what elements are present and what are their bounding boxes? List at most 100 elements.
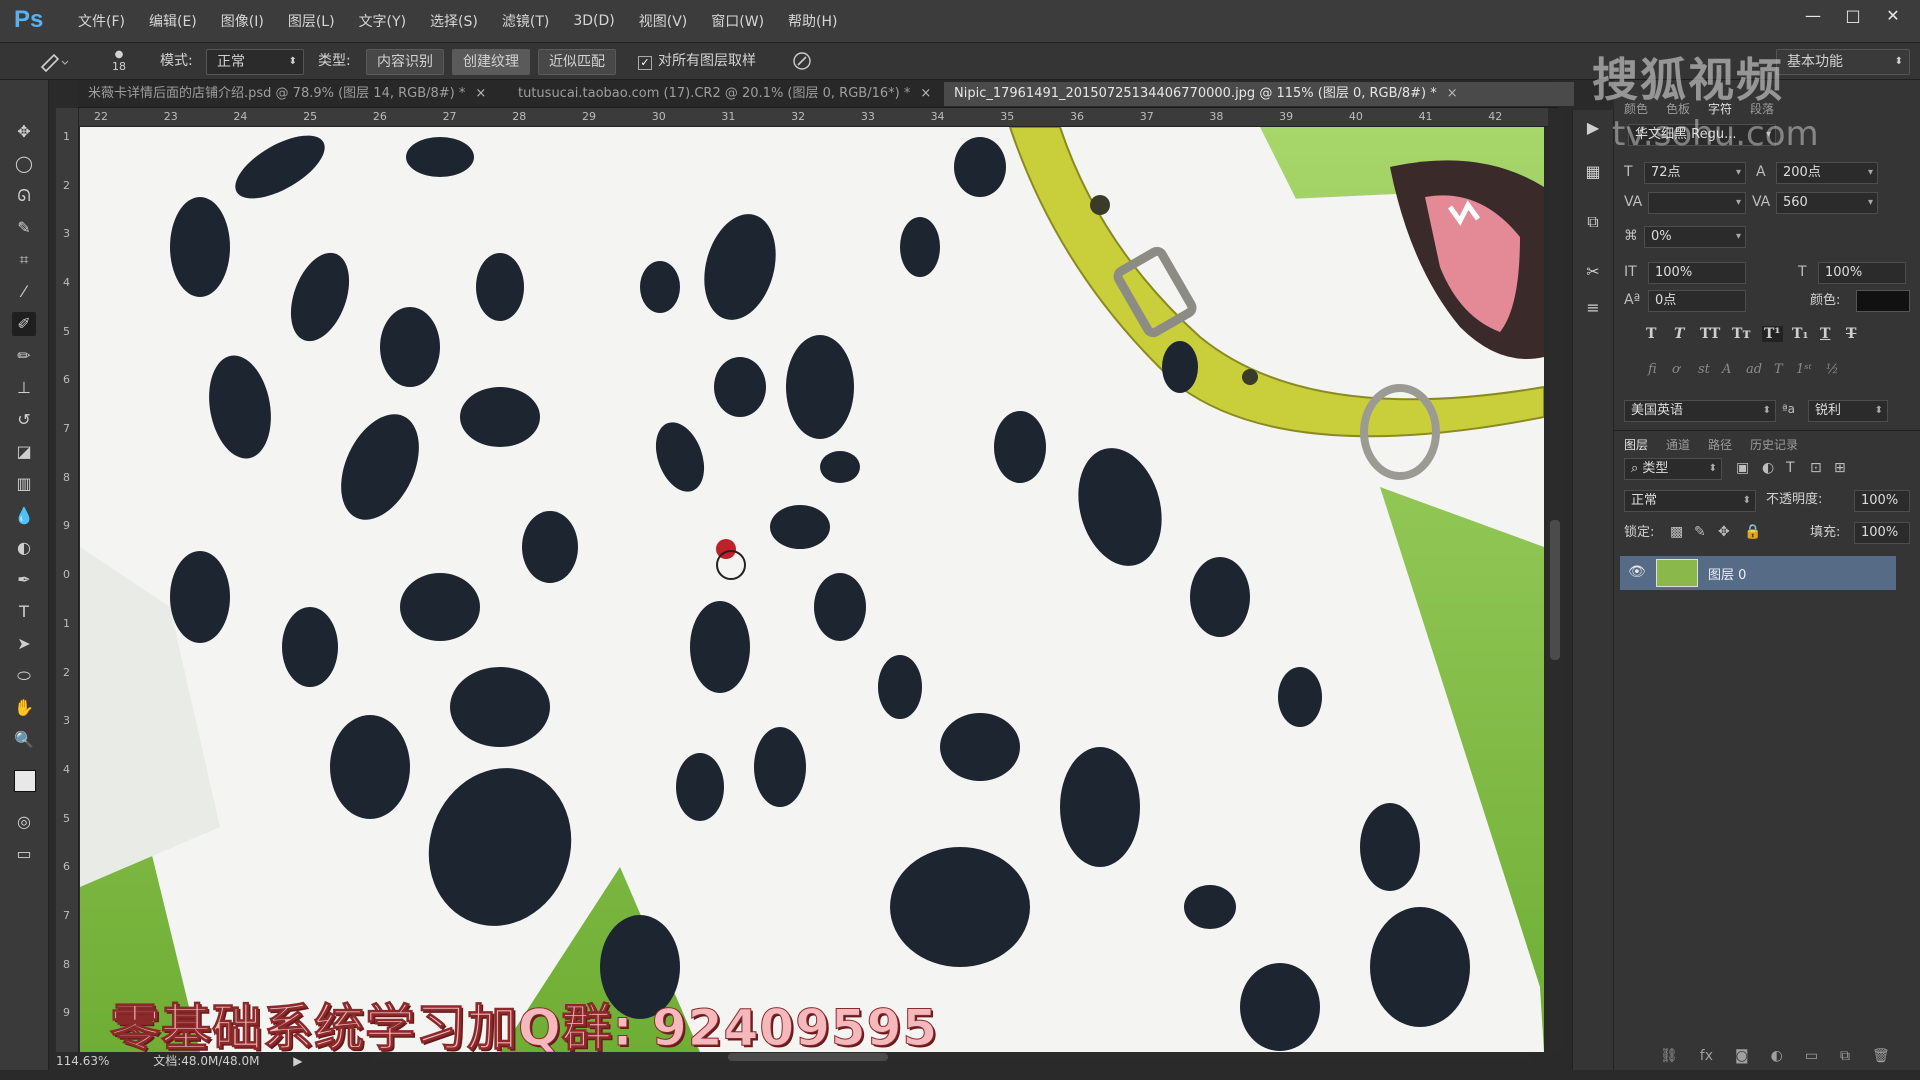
brush-preset-icon[interactable]: ✂ [1581, 260, 1605, 284]
clone-source-icon[interactable]: ⧉ [1581, 210, 1605, 234]
tab-document-2[interactable]: tutusucai.taobao.com (17).CR2 @ 20.1% (图… [508, 82, 958, 106]
lock-all-icon[interactable]: 🔒 [1744, 524, 1761, 540]
horizontal-scrollbar[interactable] [372, 1052, 1532, 1062]
tab-paths[interactable]: 路径 [1708, 436, 1732, 453]
stamp-tool-icon[interactable]: ⊥ [12, 376, 36, 400]
subscript-button[interactable]: T₁ [1792, 326, 1809, 342]
menu-type[interactable]: 文字(Y) [347, 11, 418, 31]
old-style-icon[interactable]: ơ [1672, 362, 1680, 377]
spot-healing-tool-preset[interactable] [36, 49, 70, 73]
menu-filter[interactable]: 滤镜(T) [490, 11, 561, 31]
workspace-select[interactable]: 基本功能 ⬍ [1776, 49, 1910, 75]
horizontal-scroll-thumb[interactable] [728, 1053, 888, 1061]
status-arrow-icon[interactable]: ▶ [293, 1054, 302, 1068]
menu-3d[interactable]: 3D(D) [561, 13, 626, 29]
create-texture-button[interactable]: 创建纹理 [452, 49, 530, 75]
tracking-field[interactable]: 560 ▾ [1776, 192, 1878, 214]
layer-filter-select[interactable]: ⌕ 类型 ⬍ [1624, 458, 1722, 480]
layer-row[interactable]: 👁 图层 0 [1620, 556, 1896, 590]
titling-icon[interactable]: ad [1746, 362, 1762, 377]
minimize-button[interactable]: — [1800, 6, 1826, 26]
fractions-icon[interactable]: ½ [1826, 362, 1839, 377]
lock-position-icon[interactable]: ✥ [1718, 524, 1730, 540]
type-tool-icon[interactable]: T [12, 600, 36, 624]
eraser-tool-icon[interactable]: ◪ [12, 440, 36, 464]
screen-mode-icon[interactable]: ▭ [12, 842, 36, 866]
blend-mode-select[interactable]: 正常 ⬍ [1624, 490, 1756, 512]
history-brush-tool-icon[interactable]: ↺ [12, 408, 36, 432]
lock-image-icon[interactable]: ✎ [1694, 524, 1706, 540]
kerning-field[interactable]: ▾ [1648, 192, 1746, 214]
small-caps-button[interactable]: Tт [1732, 326, 1751, 342]
trash-icon[interactable]: 🗑 [1872, 1048, 1890, 1064]
quick-mask-icon[interactable]: ◎ [12, 810, 36, 834]
menu-file[interactable]: 文件(F) [66, 11, 137, 31]
maximize-button[interactable]: □ [1840, 6, 1866, 26]
menu-help[interactable]: 帮助(H) [776, 11, 849, 31]
mask-icon[interactable]: ◙ [1735, 1048, 1749, 1064]
fx-icon[interactable]: fx [1700, 1048, 1713, 1064]
brush-tool-icon[interactable]: ✏ [12, 344, 36, 368]
new-layer-icon[interactable]: ⧉ [1840, 1048, 1850, 1064]
superscript-button[interactable]: T¹ [1762, 326, 1783, 342]
gradient-tool-icon[interactable]: ▥ [12, 472, 36, 496]
menu-window[interactable]: 窗口(W) [699, 11, 776, 31]
brush-size-picker[interactable]: ● 18 [96, 49, 142, 73]
tab-channels[interactable]: 通道 [1666, 436, 1690, 453]
filter-smart-object-icon[interactable]: ⊞ [1834, 460, 1846, 476]
language-select[interactable]: 美国英语 ⬍ [1624, 400, 1776, 422]
zoom-level[interactable]: 114.63% [56, 1054, 109, 1068]
proximity-match-button[interactable]: 近似匹配 [538, 49, 616, 75]
strikethrough-button[interactable]: T [1846, 326, 1856, 342]
pressure-icon[interactable] [790, 49, 814, 73]
info-panel-icon[interactable]: ▦ [1581, 160, 1605, 184]
filter-type-icon[interactable]: T [1786, 460, 1795, 476]
pen-tool-icon[interactable]: ✒ [12, 568, 36, 592]
spot-healing-tool-icon[interactable]: ✐ [12, 312, 36, 336]
menu-select[interactable]: 选择(S) [418, 11, 490, 31]
link-icon[interactable]: ⛓ [1660, 1048, 1678, 1064]
foreground-color-swatch[interactable] [14, 770, 36, 792]
baseline-shift-field[interactable]: 0点 [1648, 290, 1746, 312]
ornaments-icon[interactable]: T [1774, 362, 1783, 377]
all-caps-button[interactable]: TT [1700, 326, 1720, 342]
crop-tool-icon[interactable]: ⌗ [12, 248, 36, 272]
quick-select-tool-icon[interactable]: ✎ [12, 216, 36, 240]
antialias-select[interactable]: 锐利 ⬍ [1808, 400, 1888, 422]
adjustment-icon[interactable]: ◐ [1771, 1048, 1783, 1064]
horizontal-scale-field[interactable]: 100% [1818, 262, 1906, 284]
close-icon[interactable]: × [920, 86, 931, 101]
marquee-tool-icon[interactable]: ◯ [12, 152, 36, 176]
font-size-field[interactable]: 72点 ▾ [1644, 162, 1746, 184]
lasso-tool-icon[interactable]: ᘏ [12, 184, 36, 208]
layer-name[interactable]: 图层 0 [1708, 564, 1746, 583]
proportional-spacing-field[interactable]: 0% ▾ [1644, 226, 1746, 248]
swash-icon[interactable]: st [1698, 362, 1710, 377]
move-tool-icon[interactable]: ✥ [12, 120, 36, 144]
menu-layer[interactable]: 图层(L) [276, 11, 347, 31]
close-icon[interactable]: × [475, 86, 486, 101]
ligature-icon[interactable]: fi [1648, 362, 1657, 377]
leading-field[interactable]: 200点 ▾ [1776, 162, 1878, 184]
eyedropper-tool-icon[interactable]: ⁄ [12, 280, 36, 304]
text-color-swatch[interactable] [1856, 290, 1910, 312]
faux-italic-button[interactable]: T [1674, 326, 1684, 342]
menu-view[interactable]: 视图(V) [627, 11, 700, 31]
sample-all-layers-checkbox[interactable]: ✓ 对所有图层取样 [638, 49, 756, 73]
adjustments-icon[interactable]: ≡ [1581, 296, 1605, 320]
filter-adjustment-icon[interactable]: ◐ [1762, 460, 1774, 476]
ellipse-tool-icon[interactable]: ⬭ [12, 664, 36, 688]
filter-pixel-icon[interactable]: ▣ [1736, 460, 1749, 476]
lock-transparent-icon[interactable]: ▩ [1670, 524, 1683, 540]
faux-bold-button[interactable]: T [1646, 326, 1656, 342]
zoom-tool-icon[interactable]: 🔍 [12, 728, 36, 752]
stylistic-icon[interactable]: A [1722, 362, 1731, 377]
group-icon[interactable]: ▭ [1805, 1048, 1818, 1064]
path-select-tool-icon[interactable]: ➤ [12, 632, 36, 656]
opacity-field[interactable]: 100% [1854, 490, 1910, 512]
hand-tool-icon[interactable]: ✋ [12, 696, 36, 720]
ordinals-icon[interactable]: 1ˢᵗ [1796, 362, 1812, 377]
fill-field[interactable]: 100% [1854, 522, 1910, 544]
play-action-icon[interactable]: ▶ [1581, 116, 1605, 140]
tab-history[interactable]: 历史记录 [1750, 436, 1798, 453]
